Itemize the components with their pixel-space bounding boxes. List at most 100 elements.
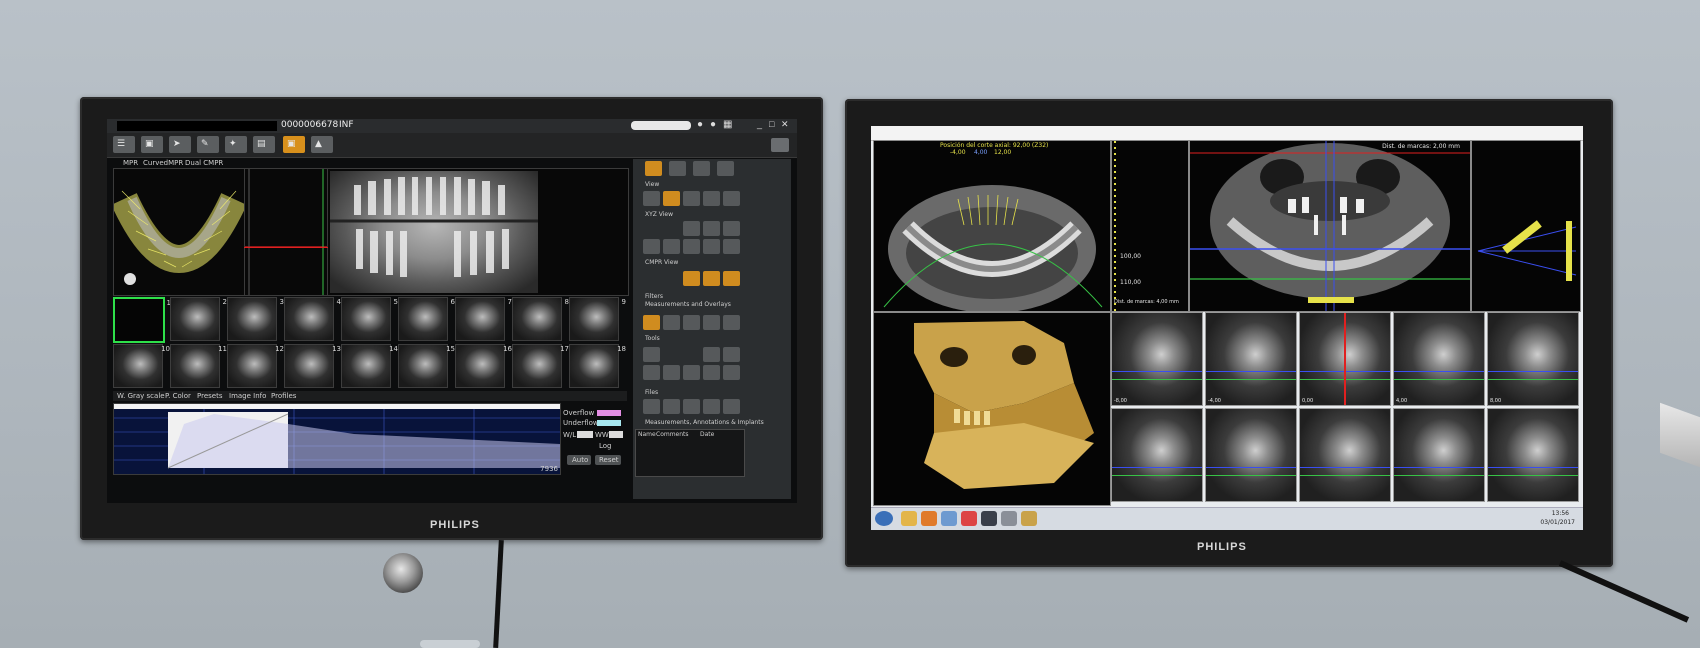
tool-btn-6[interactable] [683,365,700,380]
tool-btn-5[interactable] [663,365,680,380]
tab-dual-cmpr[interactable]: Dual CMPR [185,159,223,167]
section-files[interactable]: Files [635,389,789,397]
wl-input[interactable] [577,431,593,438]
xyz-btn-6[interactable] [683,239,700,254]
reset-button[interactable]: Reset [595,455,621,465]
close-icon[interactable]: ✕ [781,119,789,130]
cross-section-slice[interactable]: 8,00 [1487,312,1579,406]
cmpr-pano-button[interactable] [723,271,740,286]
view-panoramic-button[interactable] [683,191,700,206]
xyz-btn-4[interactable] [643,239,660,254]
tool-curve-button[interactable] [643,347,660,362]
search-icon[interactable]: ● [697,119,703,130]
implant-side-view[interactable] [1471,140,1581,312]
slice-thumbnail[interactable]: 12 [227,344,284,388]
cross-section-slice[interactable] [1487,408,1579,502]
view-layout-button[interactable] [643,191,660,206]
slice-thumbnail[interactable]: 14 [341,344,398,388]
viewer-3d-button[interactable]: ▣ [283,136,305,153]
cross-section-slice[interactable] [1111,408,1203,502]
overlay-btn-5[interactable] [723,315,740,330]
xyz-btn-2[interactable] [703,221,720,236]
slice-thumbnail[interactable]: 17 [512,344,569,388]
tab-curved-mpr[interactable]: CurvedMPR [143,159,183,167]
search-input[interactable] [631,121,691,130]
section-measurements-list[interactable]: Measurements, Annotations & Implants [635,419,789,427]
taskbar-app-icon[interactable] [941,511,957,526]
slice-thumbnail[interactable]: 15 [398,344,455,388]
file-btn-1[interactable] [643,399,660,414]
implant-button[interactable]: ▲ [311,136,333,153]
section-filters[interactable]: Filters [635,293,789,301]
tool-btn-7[interactable] [703,365,720,380]
slice-thumbnail[interactable]: 13 [284,344,341,388]
axial-curve-view[interactable] [111,168,247,296]
slice-thumbnail[interactable]: 1 [113,297,171,343]
tab-mpr[interactable]: MPR [123,159,138,167]
tool-btn-8[interactable] [723,365,740,380]
slice-thumbnail[interactable]: 8 [512,297,569,341]
cmpr-slice-button[interactable] [703,271,720,286]
panoramic-view-right[interactable]: Dist. de marcas: 2,00 mm [1189,140,1471,312]
cross-section-slice[interactable] [1205,408,1297,502]
axial-view[interactable]: Posición del corte axial: 92,00 (Z32) -4… [873,140,1111,313]
tools-button[interactable]: ✎ [197,136,219,153]
auto-button[interactable]: Auto [567,455,591,465]
cross-section-slice[interactable]: 4,00 [1393,312,1485,406]
file-btn-3[interactable] [683,399,700,414]
scan-button[interactable]: ▣ [141,136,163,153]
tool-btn-4[interactable] [643,365,660,380]
tab-color[interactable]: P. Color [165,392,191,400]
section-cmpr-view[interactable]: CMPR View [635,259,789,267]
section-xyz-view[interactable]: XYZ View [635,211,789,219]
cmpr-arch-button[interactable] [683,271,700,286]
underflow-color-swatch[interactable] [597,420,621,426]
tool-btn-2[interactable] [703,347,720,362]
panel-view-button[interactable] [645,161,662,176]
slice-thumbnail[interactable]: 2 [170,297,227,341]
taskbar-folder-icon[interactable] [901,511,917,526]
tab-profiles[interactable]: Profiles [271,392,296,400]
taskbar-dicom-icon[interactable] [1001,511,1017,526]
overlay-btn-2[interactable] [663,315,680,330]
slice-thumbnail[interactable]: 5 [341,297,398,341]
taskbar-viewer-icon[interactable] [981,511,997,526]
slice-thumbnail[interactable]: 10 [113,344,170,388]
minimize-icon[interactable]: _ [757,119,762,129]
print-button[interactable]: ▤ [253,136,275,153]
start-button[interactable] [875,511,893,526]
slice-thumbnail[interactable]: 7 [455,297,512,341]
slice-thumbnail[interactable]: 6 [398,297,455,341]
panel-layout-button[interactable] [669,161,686,176]
file-btn-2[interactable] [663,399,680,414]
cross-section-slice[interactable] [1299,408,1391,502]
taskbar-3d-icon[interactable] [1021,511,1037,526]
section-tools[interactable]: Tools [635,335,789,343]
slice-thumbnail[interactable]: 18 [569,344,626,388]
maximize-icon[interactable]: □ [769,119,774,129]
cross-section-slice[interactable]: 0,00 [1299,312,1391,406]
view-slices-button[interactable] [663,191,680,206]
database-button[interactable]: ☰ [113,136,135,153]
file-btn-5[interactable] [723,399,740,414]
overflow-color-swatch[interactable] [597,410,621,416]
slice-thumbnail[interactable]: 16 [455,344,512,388]
tab-image-info[interactable]: Image Info [229,392,266,400]
slice-thumbnail[interactable]: 11 [170,344,227,388]
settings-button[interactable]: ✦ [225,136,247,153]
tab-gray-scale[interactable]: W. Gray scale [117,392,165,400]
view-3d-button[interactable] [723,191,740,206]
section-view[interactable]: View [635,181,789,189]
cross-section-view[interactable] [244,168,328,296]
tool-btn-3[interactable] [723,347,740,362]
slice-thumbnail[interactable]: 4 [284,297,341,341]
volume-render-view[interactable] [873,312,1111,506]
grid-icon[interactable]: ▦ [723,119,732,130]
xyz-btn-7[interactable] [703,239,720,254]
taskbar-media-icon[interactable] [921,511,937,526]
tab-presets[interactable]: Presets [197,392,222,400]
file-btn-4[interactable] [703,399,720,414]
xyz-btn-8[interactable] [723,239,740,254]
cross-section-slice[interactable] [1393,408,1485,502]
overlay-btn-4[interactable] [703,315,720,330]
